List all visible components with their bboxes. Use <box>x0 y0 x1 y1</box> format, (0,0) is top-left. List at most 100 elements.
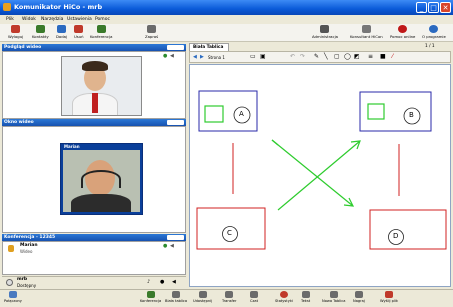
tab-whiteboard[interactable]: Biała Tablica <box>189 43 229 51</box>
text-icon <box>301 291 310 298</box>
node-label-a: A <box>239 110 244 118</box>
remote-panel-title: Okno wideo <box>4 120 34 125</box>
camera-on-icon[interactable]: ● <box>163 53 167 59</box>
panel-controls[interactable] <box>167 235 184 240</box>
box-b <box>359 91 432 132</box>
sb-transfer-button[interactable]: Transfer <box>222 291 236 303</box>
green-square-a <box>204 105 224 123</box>
contacts-button[interactable]: Kontakty <box>32 25 49 39</box>
maximize-button[interactable]: □ <box>428 2 439 13</box>
green-arrow-up <box>277 140 361 211</box>
page-select[interactable]: Strona 1 <box>208 55 225 60</box>
consultant-button[interactable]: Konsultant HiCon <box>350 25 383 39</box>
title-bar: Komunikator HiCo - mrb _ □ ✕ <box>0 0 453 15</box>
node-label-c: C <box>227 229 232 237</box>
whiteboard-canvas[interactable]: A B C D <box>189 64 451 287</box>
menu-help[interactable]: Pomoc <box>95 17 110 22</box>
member-mic-icon: ◀ <box>170 243 174 249</box>
transfer-icon <box>225 291 234 298</box>
sb-new-board-button[interactable]: Nowa Tablica <box>322 291 345 303</box>
sb-conference-button[interactable]: Konferencja <box>140 291 161 303</box>
menu-tools[interactable]: Narzędzia <box>41 17 63 22</box>
sb-record-button[interactable]: Nagraj <box>353 291 365 303</box>
user-status[interactable]: Dostępny <box>17 283 36 288</box>
online-help-button[interactable]: Pomoc online <box>390 25 415 39</box>
line-width-icon[interactable]: ≡ <box>368 53 373 60</box>
mic-toggle-icon[interactable]: ● <box>160 279 164 285</box>
updates-button[interactable]: Połączony <box>4 291 22 303</box>
sb-send-file-label: Wyślij plik <box>380 299 398 303</box>
whiteboard-tabs: Biała Tablica 1 / 1 <box>189 43 451 51</box>
speaker-toggle-icon[interactable]: ◀ <box>172 279 176 285</box>
sb-stats-button[interactable]: Statystyki <box>275 291 293 303</box>
about-button[interactable]: O programie <box>422 25 446 39</box>
conference-label: Konferencja <box>90 34 113 39</box>
logout-icon <box>11 25 21 33</box>
new-page-icon[interactable]: ▭ <box>250 53 256 60</box>
record-icon <box>354 291 363 298</box>
pen-icon[interactable]: ✎ <box>314 53 319 60</box>
remove-user-label: Usuń <box>74 34 84 39</box>
panel-controls[interactable] <box>167 120 184 125</box>
conference-panel-header: Konferencja - 12345 <box>2 234 186 241</box>
sb-whiteboard-label: Biała tablica <box>165 299 188 303</box>
admin-icon <box>320 25 330 33</box>
remote-video-frame: Marian <box>60 143 143 215</box>
add-user-label: Dodaj <box>56 34 68 39</box>
eraser-icon[interactable]: ⁄ <box>392 53 393 60</box>
line-icon[interactable]: ╲ <box>324 53 328 60</box>
back-arrow-icon[interactable]: ◀ <box>193 54 197 60</box>
save-icon[interactable]: ▣ <box>260 53 266 60</box>
color-picker-icon[interactable]: ■ <box>380 53 386 60</box>
sb-share-button[interactable]: Udostępnij <box>193 291 212 303</box>
connection-status: Połączony <box>4 299 22 303</box>
window-title: Komunikator HiCo - mrb <box>14 3 103 11</box>
sb-whiteboard-button[interactable]: Biała tablica <box>165 291 187 303</box>
local-video <box>61 56 142 116</box>
add-user-button[interactable]: Dodaj <box>56 25 67 39</box>
sb-text-button[interactable]: Tekst <box>301 291 310 303</box>
local-tie <box>92 93 98 113</box>
menu-file[interactable]: Plik <box>6 17 14 22</box>
menu-settings[interactable]: Ustawienia <box>67 17 92 22</box>
conference-panel-title: Konferencja - 12345 <box>4 235 56 240</box>
fill-icon[interactable]: ◩ <box>354 53 360 60</box>
headset-toggle-icon[interactable]: ♪ <box>147 279 150 285</box>
invite-label: Zaproś <box>145 34 159 39</box>
sb-new-board-label: Nowa Tablica <box>322 299 346 303</box>
close-button[interactable]: ✕ <box>440 2 451 13</box>
app-icon <box>3 3 11 11</box>
user-status-bar: mrb Dostępny ♪ ● ◀ <box>2 276 186 288</box>
preview-panel: ● ◀ <box>2 51 186 119</box>
admin-button[interactable]: Administracja <box>312 25 338 39</box>
sb-chat-button[interactable]: Czat <box>250 291 258 303</box>
volume-icon[interactable]: ◀ <box>170 53 174 59</box>
menu-view[interactable]: Widok <box>22 17 36 22</box>
logout-label: Wyloguj <box>8 34 24 39</box>
redo-icon[interactable]: ↷ <box>300 53 305 60</box>
sb-share-label: Udostępnij <box>193 299 213 303</box>
preview-icons[interactable]: ● ◀ <box>163 53 183 59</box>
ellipse-icon[interactable]: ◯ <box>344 53 351 60</box>
preview-panel-title: Podgląd wideo <box>4 45 42 50</box>
undo-icon[interactable]: ↶ <box>290 53 295 60</box>
panel-controls[interactable] <box>167 45 184 50</box>
consultant-icon <box>361 25 371 33</box>
remove-user-button[interactable]: Usuń <box>74 25 84 39</box>
admin-label: Administracja <box>312 34 338 39</box>
sb-send-file-button[interactable]: Wyślij plik <box>380 291 398 303</box>
box-a <box>198 90 258 132</box>
invite-button[interactable]: Zaproś <box>145 25 158 39</box>
conference-member-row[interactable]: Marian Wideo ● ◀ <box>3 243 185 255</box>
rectangle-icon[interactable]: ▢ <box>334 53 340 60</box>
box-d <box>369 209 447 250</box>
share-icon <box>198 291 207 298</box>
forward-arrow-icon[interactable]: ▶ <box>200 54 204 60</box>
minimize-button[interactable]: _ <box>416 2 427 13</box>
logout-button[interactable]: Wyloguj <box>8 25 23 39</box>
sb-text-label: Tekst <box>301 299 311 303</box>
user-avatar-icon <box>6 279 13 286</box>
member-camera-icon: ● <box>163 243 168 249</box>
conference-button[interactable]: Konferencja <box>90 25 112 39</box>
about-label: O programie <box>422 34 446 39</box>
